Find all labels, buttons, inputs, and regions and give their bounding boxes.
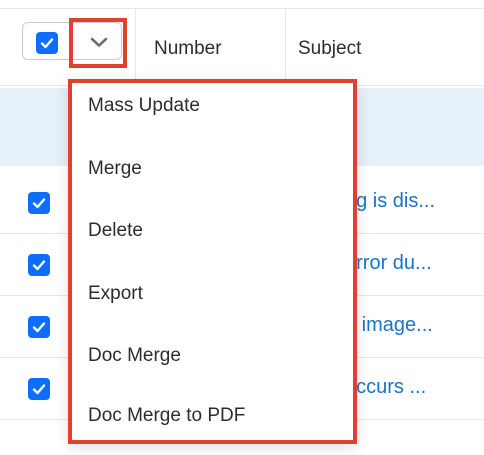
row-subject-link[interactable]: occurs ...: [345, 376, 426, 399]
menu-item-export[interactable]: Export: [88, 283, 143, 305]
table-header: Number Subject: [0, 8, 484, 86]
select-all-checkbox[interactable]: [36, 32, 58, 54]
checkbox-checked-icon: [32, 384, 46, 395]
chevron-down-icon: [90, 37, 108, 47]
row-checkbox[interactable]: [28, 254, 50, 276]
menu-item-delete[interactable]: Delete: [88, 220, 143, 242]
checkbox-checked-icon: [32, 260, 46, 271]
actions-dropdown-button[interactable]: [69, 18, 127, 68]
actions-dropdown-menu: Mass Update Merge Delete Export Doc Merg…: [68, 79, 357, 444]
column-divider: [135, 9, 136, 85]
row-subject-link[interactable]: error du...: [345, 252, 432, 275]
menu-item-merge[interactable]: Merge: [88, 158, 142, 180]
row-subject-link[interactable]: ng is dis...: [345, 190, 435, 213]
row-subject-link[interactable]: n image...: [345, 314, 433, 337]
column-header-subject[interactable]: Subject: [298, 38, 361, 60]
menu-item-doc-merge-to-pdf[interactable]: Doc Merge to PDF: [88, 405, 245, 427]
menu-item-mass-update[interactable]: Mass Update: [88, 95, 200, 117]
column-divider: [285, 9, 286, 85]
column-header-number[interactable]: Number: [154, 38, 222, 60]
list-view: Number Subject ng is dis... error du... …: [0, 0, 484, 455]
row-checkbox[interactable]: [28, 378, 50, 400]
row-checkbox[interactable]: [28, 316, 50, 338]
menu-item-doc-merge[interactable]: Doc Merge: [88, 345, 181, 367]
row-checkbox[interactable]: [28, 192, 50, 214]
checkbox-checked-icon: [32, 198, 46, 209]
checkbox-checked-icon: [40, 38, 54, 49]
checkbox-checked-icon: [32, 322, 46, 333]
